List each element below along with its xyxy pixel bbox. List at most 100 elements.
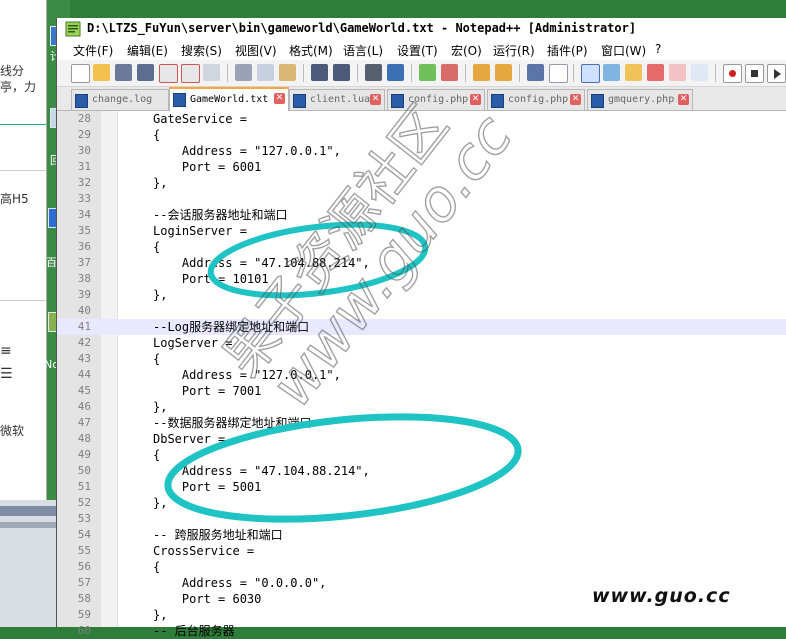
show-all-characters-icon[interactable] bbox=[549, 64, 568, 83]
code-line[interactable]: 54 -- 跨服服务地址和端口 bbox=[57, 527, 786, 543]
record-macro-icon[interactable] bbox=[723, 64, 742, 83]
text-editor[interactable]: 28 GateService = 29 {30 Address = "127.0.0.… bbox=[57, 111, 786, 638]
code-line[interactable]: 56 { bbox=[57, 559, 786, 575]
line-text: --数据服务器绑定地址和端口 bbox=[153, 416, 312, 430]
tab-client-lua[interactable]: client.lua ✕ bbox=[289, 89, 385, 110]
sync-horizontal-icon[interactable] bbox=[495, 64, 512, 81]
code-line[interactable]: 32}, bbox=[57, 175, 786, 191]
zoom-in-icon[interactable] bbox=[419, 64, 436, 81]
close-tab-icon[interactable]: ✕ bbox=[570, 94, 581, 105]
close-tab-icon[interactable]: ✕ bbox=[678, 94, 689, 105]
line-text: Port = 6030 bbox=[153, 592, 262, 606]
code-line[interactable]: 28 GateService = bbox=[57, 111, 786, 127]
corner-watermark: www.guo.cc bbox=[592, 585, 731, 607]
close-all-icon[interactable] bbox=[181, 64, 200, 83]
code-line[interactable]: 44 Address = "127.0.0.1", bbox=[57, 367, 786, 383]
copy-icon[interactable] bbox=[257, 64, 274, 81]
code-line[interactable]: 53 bbox=[57, 511, 786, 527]
line-text: }, bbox=[153, 400, 168, 414]
user-language-icon[interactable] bbox=[603, 64, 620, 81]
menu-language[interactable]: 语言(L) bbox=[343, 42, 383, 59]
code-line[interactable]: 46}, bbox=[57, 399, 786, 415]
line-text: -- 跨服服务地址和端口 bbox=[153, 528, 283, 542]
line-number: 46 bbox=[77, 400, 91, 413]
close-tab-icon[interactable]: ✕ bbox=[470, 94, 481, 105]
code-line[interactable]: 55 CrossService = bbox=[57, 543, 786, 559]
code-line[interactable]: 48 DbServer = bbox=[57, 431, 786, 447]
code-line[interactable]: 47 --数据服务器绑定地址和端口 bbox=[57, 415, 786, 431]
line-text: }, bbox=[153, 176, 168, 190]
code-lines[interactable]: 28 GateService = 29 {30 Address = "127.0.0.… bbox=[57, 111, 786, 639]
line-number: 30 bbox=[77, 144, 91, 157]
code-line[interactable]: 30 Address = "127.0.0.1", bbox=[57, 143, 786, 159]
line-text: Port = 10101 bbox=[153, 272, 269, 286]
menu-plugins[interactable]: 插件(P) bbox=[547, 42, 588, 59]
undo-icon[interactable] bbox=[311, 64, 328, 81]
redo-icon[interactable] bbox=[333, 64, 350, 81]
code-line[interactable]: 52}, bbox=[57, 495, 786, 511]
folder-workspace-icon[interactable] bbox=[669, 64, 686, 81]
close-tab-icon[interactable]: ✕ bbox=[370, 94, 381, 105]
code-line[interactable]: 36 { bbox=[57, 239, 786, 255]
replace-icon[interactable] bbox=[387, 64, 404, 81]
menu-file[interactable]: 文件(F) bbox=[73, 42, 113, 59]
tab-config-php-2[interactable]: config.php ✕ bbox=[487, 89, 585, 110]
menu-format[interactable]: 格式(M) bbox=[289, 42, 333, 59]
code-line[interactable]: 43 { bbox=[57, 351, 786, 367]
word-wrap-icon[interactable] bbox=[527, 64, 544, 81]
code-line[interactable]: 31 Port = 6001 bbox=[57, 159, 786, 175]
close-icon[interactable] bbox=[159, 64, 178, 83]
menu-search[interactable]: 搜索(S) bbox=[181, 42, 222, 59]
code-line[interactable]: 59}, bbox=[57, 607, 786, 623]
tab-config-php[interactable]: config.php ✕ bbox=[387, 89, 485, 110]
zoom-out-icon[interactable] bbox=[441, 64, 458, 81]
code-line[interactable]: 34 --会话服务器地址和端口 bbox=[57, 207, 786, 223]
stop-macro-icon[interactable] bbox=[745, 64, 764, 83]
code-line[interactable]: 33 bbox=[57, 191, 786, 207]
new-file-icon[interactable] bbox=[71, 64, 90, 83]
paste-icon[interactable] bbox=[279, 64, 296, 81]
code-line[interactable]: 29 { bbox=[57, 127, 786, 143]
line-text: -- 后台服务器 bbox=[153, 624, 235, 638]
monitoring-icon[interactable] bbox=[691, 64, 708, 81]
code-line[interactable]: 60 -- 后台服务器 bbox=[57, 623, 786, 639]
code-line[interactable]: 40 bbox=[57, 303, 786, 319]
line-text: Port = 7001 bbox=[153, 384, 262, 398]
function-list-icon[interactable] bbox=[647, 64, 664, 81]
code-line[interactable]: 51 Port = 5001 bbox=[57, 479, 786, 495]
tab-gmquery-php[interactable]: gmquery.php ✕ bbox=[587, 89, 693, 110]
doc-map-icon[interactable] bbox=[625, 64, 642, 81]
tab-change-log[interactable]: change.log bbox=[71, 89, 169, 110]
menu-run[interactable]: 运行(R) bbox=[493, 42, 535, 59]
code-line[interactable]: 42 LogServer = bbox=[57, 335, 786, 351]
play-macro-icon[interactable] bbox=[767, 64, 786, 83]
cut-icon[interactable] bbox=[235, 64, 252, 81]
code-line[interactable]: 39}, bbox=[57, 287, 786, 303]
menu-macro[interactable]: 宏(O) bbox=[451, 42, 482, 59]
code-line[interactable]: 45 Port = 7001 bbox=[57, 383, 786, 399]
find-icon[interactable] bbox=[365, 64, 382, 81]
menu-settings[interactable]: 设置(T) bbox=[397, 42, 438, 59]
print-icon[interactable] bbox=[203, 64, 220, 81]
line-number: 55 bbox=[77, 544, 91, 557]
line-text: LoginServer = bbox=[153, 224, 247, 238]
code-line[interactable]: 49 { bbox=[57, 447, 786, 463]
code-line[interactable]: 41 --Log服务器绑定地址和端口 bbox=[57, 319, 786, 335]
save-icon[interactable] bbox=[115, 64, 132, 81]
code-line[interactable]: 50 Address = "47.104.88.214", bbox=[57, 463, 786, 479]
close-tab-icon[interactable]: ✕ bbox=[274, 93, 285, 104]
sync-vertical-icon[interactable] bbox=[473, 64, 490, 81]
code-line[interactable]: 35 LoginServer = bbox=[57, 223, 786, 239]
menu-edit[interactable]: 编辑(E) bbox=[127, 42, 168, 59]
line-text: DbServer = bbox=[153, 432, 226, 446]
code-line[interactable]: 38 Port = 10101 bbox=[57, 271, 786, 287]
open-file-icon[interactable] bbox=[93, 64, 110, 81]
menu-view[interactable]: 视图(V) bbox=[235, 42, 277, 59]
save-all-icon[interactable] bbox=[137, 64, 154, 81]
tab-gameworld-txt[interactable]: GameWorld.txt ✕ bbox=[169, 87, 289, 112]
menu-help[interactable]: ? bbox=[655, 42, 661, 56]
code-line[interactable]: 37 Address = "47.104.88.214", bbox=[57, 255, 786, 271]
menu-window[interactable]: 窗口(W) bbox=[601, 42, 646, 59]
line-text: }, bbox=[153, 288, 168, 302]
indent-guide-icon[interactable] bbox=[581, 64, 600, 83]
